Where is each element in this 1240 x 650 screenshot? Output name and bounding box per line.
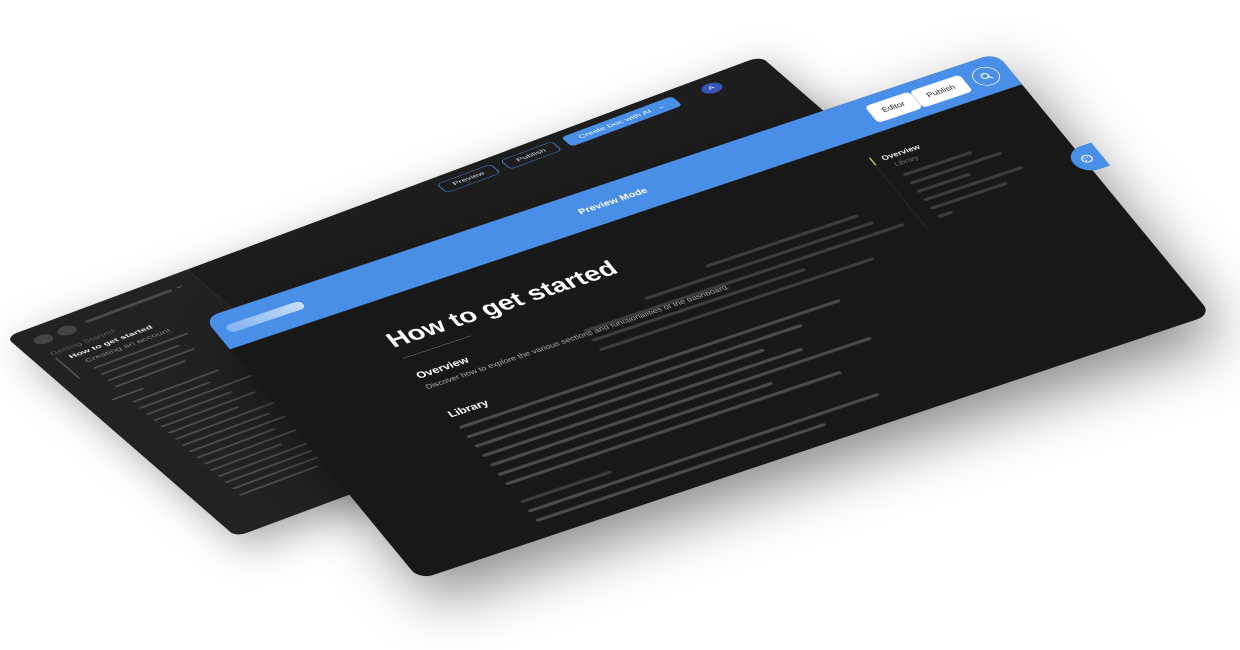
toc-placeholder-line [936,210,955,219]
sidebar-placeholder-line [107,347,196,382]
chevron-down-icon[interactable]: ⌄ [170,281,186,290]
sidebar-placeholder-line [224,449,313,484]
create-doc-ai-button[interactable]: Create Doc with AI ⌄ [561,96,683,147]
publish-button[interactable]: Publish [499,140,563,170]
preview-button[interactable]: Preview [436,163,501,194]
stage: ⌄ Getting Started How to get started Cre… [0,0,1240,650]
content-placeholder-line [582,222,905,333]
toc-active-indicator [868,157,877,166]
chevron-down-icon: ⌄ [654,103,667,111]
table-of-contents: Overview Library [867,117,1043,230]
sidebar-placeholder-line [146,372,258,416]
workspace-selector[interactable] [84,288,174,324]
content-placeholder-line [704,214,860,268]
sidebar-tree-line [55,357,81,379]
window-dot-icon[interactable] [30,332,57,347]
avatar[interactable]: A [697,80,726,96]
sidebar-placeholder-line [181,412,270,447]
window-dot-icon[interactable] [54,323,81,338]
content-placeholder-line [643,221,875,301]
content-placeholder-line [534,422,827,523]
content-placeholder-line [489,336,873,467]
content-placeholder-line [504,370,843,486]
content-placeholder-line [466,323,804,439]
content-placeholder-line [497,381,774,477]
create-doc-ai-label: Create Doc with AI [576,108,654,140]
